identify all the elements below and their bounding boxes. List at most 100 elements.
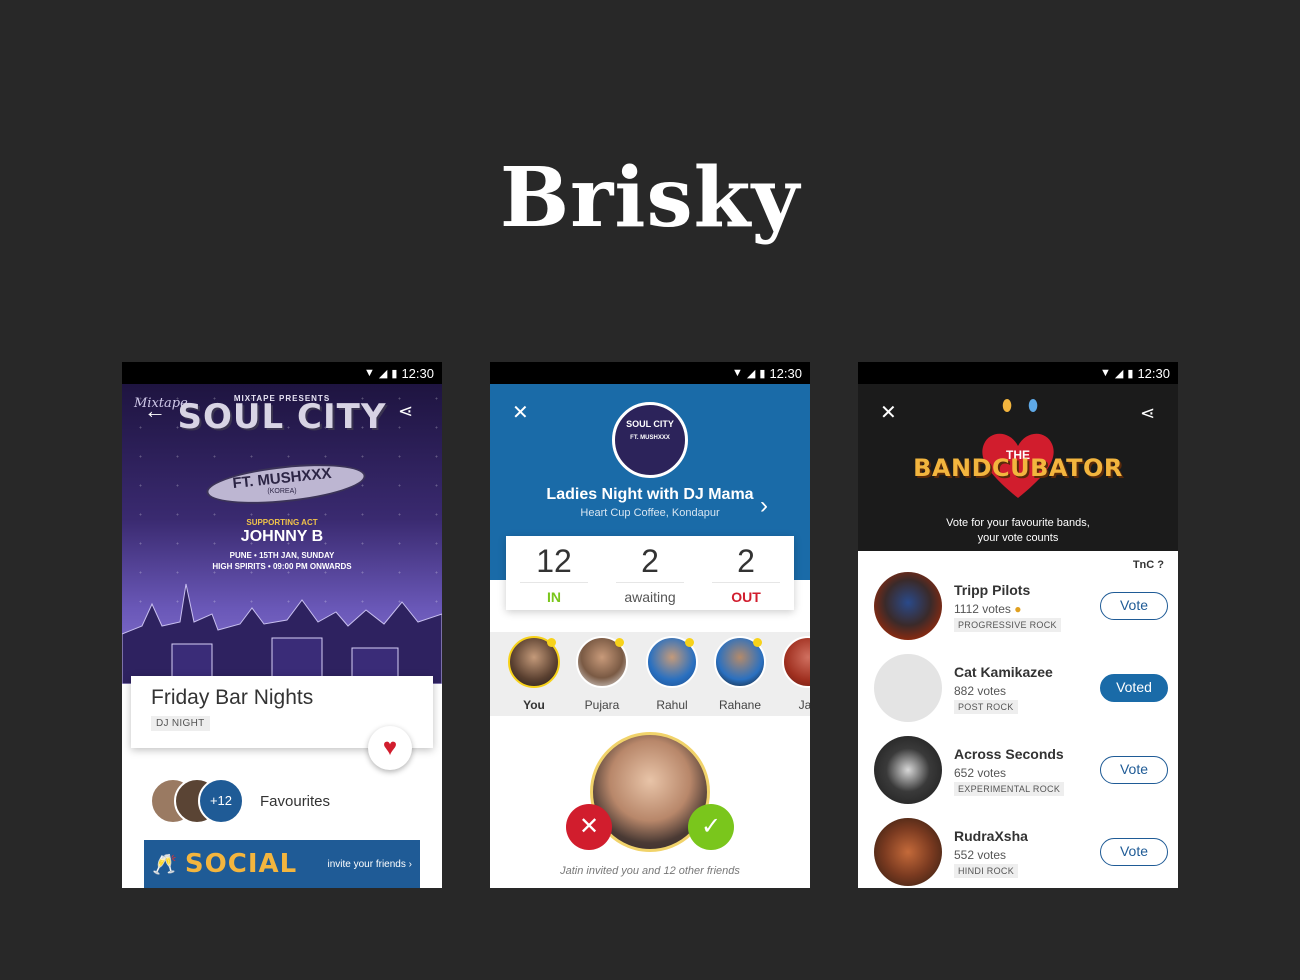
friends-strip: You Pujara Rahul Rahane Jac [490,632,810,716]
band-genre: PROGRESSIVE ROCK [954,618,1061,632]
signal-icon: ◢ [1114,367,1124,380]
band-votes: 552 votes [954,848,1007,862]
bandcubator-subtitle: Vote for your favourite bands, your vote… [858,516,1178,546]
location-pin-icon: ⬮ [1002,398,1013,415]
band-votes: 882 votes [954,684,1007,698]
poster-country: (KOREA) [267,488,297,495]
battery-icon: ▮ [391,367,398,380]
avatar [782,636,810,688]
social-title: SOCIAL [184,849,298,879]
battery-icon: ▮ [759,367,766,380]
decline-button[interactable]: ✕ [566,804,612,850]
tnc-link[interactable]: TnC ? [1133,559,1164,571]
event-poster: Mixtape MIXTAPE PRESENTS SOUL CITY FT. M… [122,384,442,684]
stat-out-label: OUT [731,589,761,605]
favourite-heart-button[interactable]: ♥ [368,726,412,770]
bandcubator-subtitle-line1: Vote for your favourite bands, [946,517,1090,529]
friend-jac[interactable]: Jac [776,636,810,712]
stat-in-label: IN [547,589,561,605]
rsvp-stats-card: 12 IN 2 awaiting 2 OUT [506,536,794,610]
vote-button[interactable]: Vote [1100,592,1168,620]
event-logo: SOUL CITY FT. MUSHXXX [612,402,688,478]
social-invite-banner[interactable]: 🥂 SOCIAL invite your friends › [144,840,420,888]
stat-awaiting[interactable]: 2 awaiting [602,536,698,610]
friend-name: Jac [798,698,810,712]
band-thumbnail [874,818,942,886]
cheers-glasses-icon: 🥂 [152,853,177,876]
close-icon[interactable]: ✕ [880,402,897,424]
friend-name: You [523,698,545,712]
band-genre: EXPERIMENTAL ROCK [954,782,1065,796]
chevron-right-icon: › [408,858,412,870]
share-icon[interactable]: ⋖ [398,400,413,422]
signal-icon: ◢ [746,367,756,380]
friend-rahane[interactable]: Rahane [708,636,772,712]
vote-button[interactable]: Vote [1100,838,1168,866]
back-arrow-icon[interactable]: ← [144,400,166,422]
wifi-icon: ▼ [1100,367,1111,379]
chevron-right-icon[interactable]: › [760,492,768,520]
poster-details-line2: HIGH SPIRITS • 09:00 PM ONWARDS [212,562,352,571]
avatar [576,636,628,688]
status-dot [615,638,624,647]
favourites-count-badge: +12 [198,778,244,824]
status-dot [685,638,694,647]
invite-friends-link[interactable]: invite your friends › [328,859,413,870]
tnc-label: TnC [1132,559,1155,571]
band-name: RudraXsha [954,828,1028,844]
status-time: 12:30 [769,365,802,381]
status-dot [547,638,556,647]
friend-name: Pujara [584,698,620,712]
event-invite-screen: ▼ ◢ ▮ 12:30 ✕ SOUL CITY FT. MUSHXXX Ladi… [490,362,810,888]
band-name: Across Seconds [954,746,1064,762]
city-illustration [122,583,442,684]
poster-details: PUNE • 15TH JAN, SUNDAY HIGH SPIRITS • 0… [122,550,442,572]
invite-message: Jatin invited you and 12 other friends [560,865,740,877]
band-row: Across Seconds 652 votes EXPERIMENTAL RO… [872,736,1168,806]
help-icon: ? [1157,559,1164,571]
wifi-icon: ▼ [732,367,743,379]
avatar [646,636,698,688]
check-icon: ✓ [700,813,722,840]
band-thumbnail [874,654,942,722]
poster-headline: SOUL CITY [177,397,387,437]
bandcubator-logo: BANDCUBATOR [913,454,1123,482]
stat-out[interactable]: 2 OUT [698,536,794,610]
band-genre: POST ROCK [954,700,1018,714]
band-genre: HINDI ROCK [954,864,1019,878]
accept-button[interactable]: ✓ [688,804,734,850]
status-bar: ▼ ◢ ▮ 12:30 [858,362,1178,384]
vote-button[interactable]: Vote [1100,756,1168,784]
band-thumbnail [874,572,942,640]
friend-rahul[interactable]: Rahul [640,636,704,712]
friend-pujara[interactable]: Pujara [570,636,634,712]
status-bar: ▼ ◢ ▮ 12:30 [490,362,810,384]
band-row: Cat Kamikazee 882 votes POST ROCK Voted [872,654,1168,724]
close-icon[interactable]: ✕ [512,402,529,424]
favourites-label: Favourites [260,792,331,810]
page-title: Brisky [499,150,801,246]
battery-icon: ▮ [1127,367,1134,380]
band-name: Tripp Pilots [954,582,1031,598]
stat-in[interactable]: 12 IN [506,536,602,610]
favourites-row[interactable]: +12 Favourites [150,778,330,824]
band-votes: 652 votes [954,766,1007,780]
event-name: Friday Bar Nights [151,686,314,709]
close-icon: ✕ [578,813,600,840]
event-logo-title: SOUL CITY [626,419,674,429]
heart-icon: ♥ [382,734,398,761]
band-votes: 1112 votes ● [954,602,1022,616]
event-tag: DJ NIGHT [151,716,210,731]
friend-you[interactable]: You [502,636,566,712]
band-votes-label: 1112 votes [954,602,1011,616]
avatar [714,636,766,688]
voted-button[interactable]: Voted [1100,674,1168,702]
share-icon[interactable]: ⋖ [1140,402,1155,424]
invite-friends-label: invite your friends [327,858,406,870]
friend-name: Rahul [656,698,688,712]
stat-awaiting-label: awaiting [624,589,676,605]
wifi-icon: ▼ [364,367,375,379]
event-logo-sub: FT. MUSHXXX [630,435,670,441]
status-dot [753,638,762,647]
friend-name: Rahane [718,698,762,712]
